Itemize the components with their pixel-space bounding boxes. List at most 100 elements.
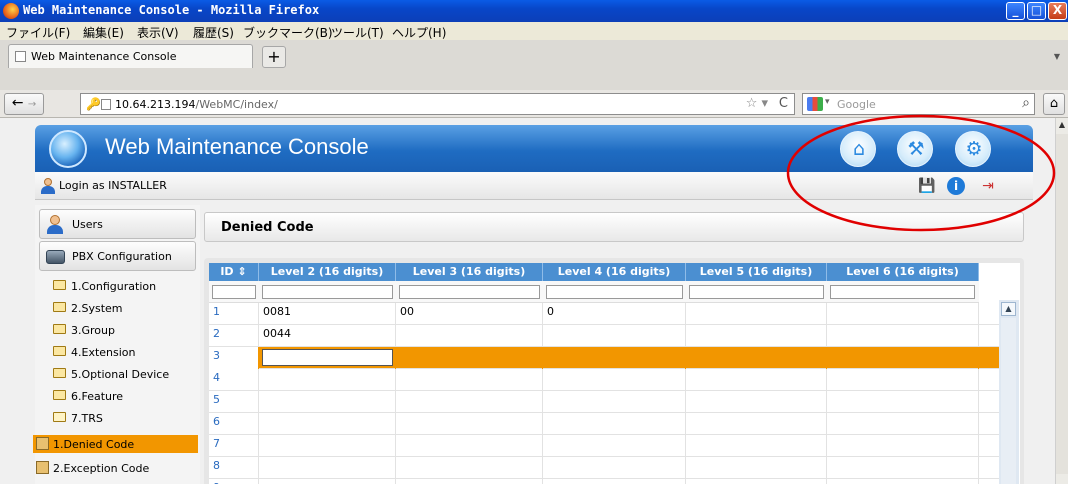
google-icon[interactable] (807, 97, 823, 111)
column-header-level6[interactable]: Level 6 (16 digits) (827, 263, 979, 281)
cell-level5[interactable] (686, 435, 827, 457)
cell-level6[interactable] (827, 303, 979, 325)
filter-input-level5[interactable] (689, 285, 824, 299)
cell-level2[interactable] (259, 391, 396, 413)
cell-level4[interactable]: 0 (543, 303, 686, 325)
table-row[interactable]: 8 (209, 457, 1004, 479)
cell-level5[interactable] (686, 369, 827, 391)
cell-level6[interactable] (827, 435, 979, 457)
filter-input-level6[interactable] (830, 285, 975, 299)
cell-level2[interactable] (259, 479, 396, 484)
cell-level2[interactable] (259, 457, 396, 479)
column-header-id[interactable]: ID ⇕ (209, 263, 259, 281)
table-row[interactable]: 7 (209, 435, 1004, 457)
menu-bookmarks[interactable]: ブックマーク(B) (243, 24, 333, 41)
bookmark-star-icon[interactable]: ☆ ▾ (746, 96, 768, 111)
cell-level4[interactable] (543, 369, 686, 391)
menu-tools[interactable]: ツール(T) (331, 24, 384, 41)
cell-level4[interactable] (543, 391, 686, 413)
column-header-level3[interactable]: Level 3 (16 digits) (396, 263, 543, 281)
menu-history[interactable]: 履歴(S) (193, 24, 234, 41)
table-row[interactable]: 2 0044 (209, 325, 1004, 347)
filter-input-level2[interactable] (262, 285, 393, 299)
new-tab-button[interactable]: + (262, 46, 286, 68)
maximize-button[interactable]: □ (1027, 2, 1046, 20)
cell-level5[interactable] (686, 303, 827, 325)
table-row[interactable]: 4 (209, 369, 1004, 391)
column-header-level4[interactable]: Level 4 (16 digits) (543, 263, 686, 281)
cell-level2[interactable] (259, 413, 396, 435)
cell-level2[interactable]: 0044 (259, 325, 396, 347)
edit-input-level2[interactable] (262, 349, 393, 366)
column-header-level2[interactable]: Level 2 (16 digits) (259, 263, 396, 281)
cell-level2[interactable] (259, 369, 396, 391)
maintenance-tools-button[interactable]: ⚒ (897, 131, 933, 167)
table-row[interactable]: 6 (209, 413, 1004, 435)
home-button[interactable]: ⌂ (840, 131, 876, 167)
cell-level3[interactable] (396, 413, 543, 435)
cell-level6[interactable] (827, 347, 979, 369)
cell-level6[interactable] (827, 369, 979, 391)
grid-scroll-up-icon[interactable]: ▲ (1001, 302, 1016, 316)
cell-level6[interactable] (827, 391, 979, 413)
tab-list-chevron-icon[interactable]: ▼ (1054, 52, 1060, 61)
url-bar[interactable]: 🔑 10.64.213.194/WebMC/index/ ☆ ▾ C (80, 93, 795, 115)
cell-level3[interactable] (396, 435, 543, 457)
cell-level5[interactable] (686, 479, 827, 484)
cell-level2[interactable]: 0081 (259, 303, 396, 325)
page-scrollbar[interactable]: ▲ (1055, 118, 1068, 484)
browser-tab[interactable]: Web Maintenance Console (8, 44, 253, 68)
sidebar-item-pbx-configuration[interactable]: PBX Configuration (39, 241, 196, 271)
home-button[interactable]: ⌂ (1043, 93, 1065, 115)
cell-level3[interactable]: 00 (396, 303, 543, 325)
cell-level4[interactable] (543, 435, 686, 457)
logout-icon[interactable]: ⇥ (979, 177, 997, 195)
cell-level4[interactable] (543, 457, 686, 479)
cell-level4[interactable] (543, 479, 686, 484)
cell-level3[interactable] (396, 391, 543, 413)
cell-level3[interactable] (396, 325, 543, 347)
cell-level3[interactable] (396, 479, 543, 484)
column-header-level5[interactable]: Level 5 (16 digits) (686, 263, 827, 281)
cell-level5[interactable] (686, 457, 827, 479)
save-icon[interactable]: 💾 (918, 177, 936, 195)
sidebar-item-exception-code[interactable]: 2.Exception Code (33, 459, 198, 477)
cell-level3[interactable] (396, 347, 543, 369)
cell-level3[interactable] (396, 457, 543, 479)
table-row[interactable]: 5 (209, 391, 1004, 413)
cell-level2[interactable] (259, 435, 396, 457)
forward-arrow-icon[interactable]: → (28, 99, 36, 110)
grid-scroll-thumb[interactable] (1001, 318, 1016, 484)
info-icon[interactable]: i (947, 177, 965, 195)
scroll-thumb[interactable] (1056, 134, 1068, 474)
search-icon[interactable]: ⌕ (1022, 95, 1030, 111)
cell-level6[interactable] (827, 325, 979, 347)
cell-level3[interactable] (396, 369, 543, 391)
filter-input-level4[interactable] (546, 285, 683, 299)
menu-edit[interactable]: 編集(E) (83, 24, 124, 41)
filter-input-level3[interactable] (399, 285, 540, 299)
grid-scrollbar[interactable]: ▲ (999, 300, 1019, 484)
cell-level6[interactable] (827, 479, 979, 484)
menu-help[interactable]: ヘルプ(H) (392, 24, 446, 41)
table-row[interactable]: 3 (209, 347, 1004, 369)
sort-icon[interactable]: ⇕ (237, 265, 246, 278)
table-row[interactable]: 1 0081 00 0 (209, 303, 1004, 325)
reload-icon[interactable]: C (779, 96, 788, 111)
cell-level5[interactable] (686, 413, 827, 435)
search-box[interactable]: ▾ Google ⌕ (802, 93, 1035, 115)
cell-level6[interactable] (827, 413, 979, 435)
cell-level5[interactable] (686, 325, 827, 347)
cell-level4[interactable] (543, 413, 686, 435)
sidebar-item-users[interactable]: Users (39, 209, 196, 239)
scroll-up-arrow-icon[interactable]: ▲ (1056, 120, 1068, 133)
url-text[interactable]: 10.64.213.194/WebMC/index/ (115, 98, 278, 111)
search-input[interactable]: Google (837, 98, 876, 111)
settings-button[interactable]: ⚙ (955, 131, 991, 167)
back-button[interactable]: ← → (4, 93, 44, 115)
menu-view[interactable]: 表示(V) (137, 24, 179, 41)
cell-level5[interactable] (686, 391, 827, 413)
table-row[interactable]: 9 (209, 479, 1004, 484)
cell-level4[interactable] (543, 347, 686, 369)
cell-level4[interactable] (543, 325, 686, 347)
